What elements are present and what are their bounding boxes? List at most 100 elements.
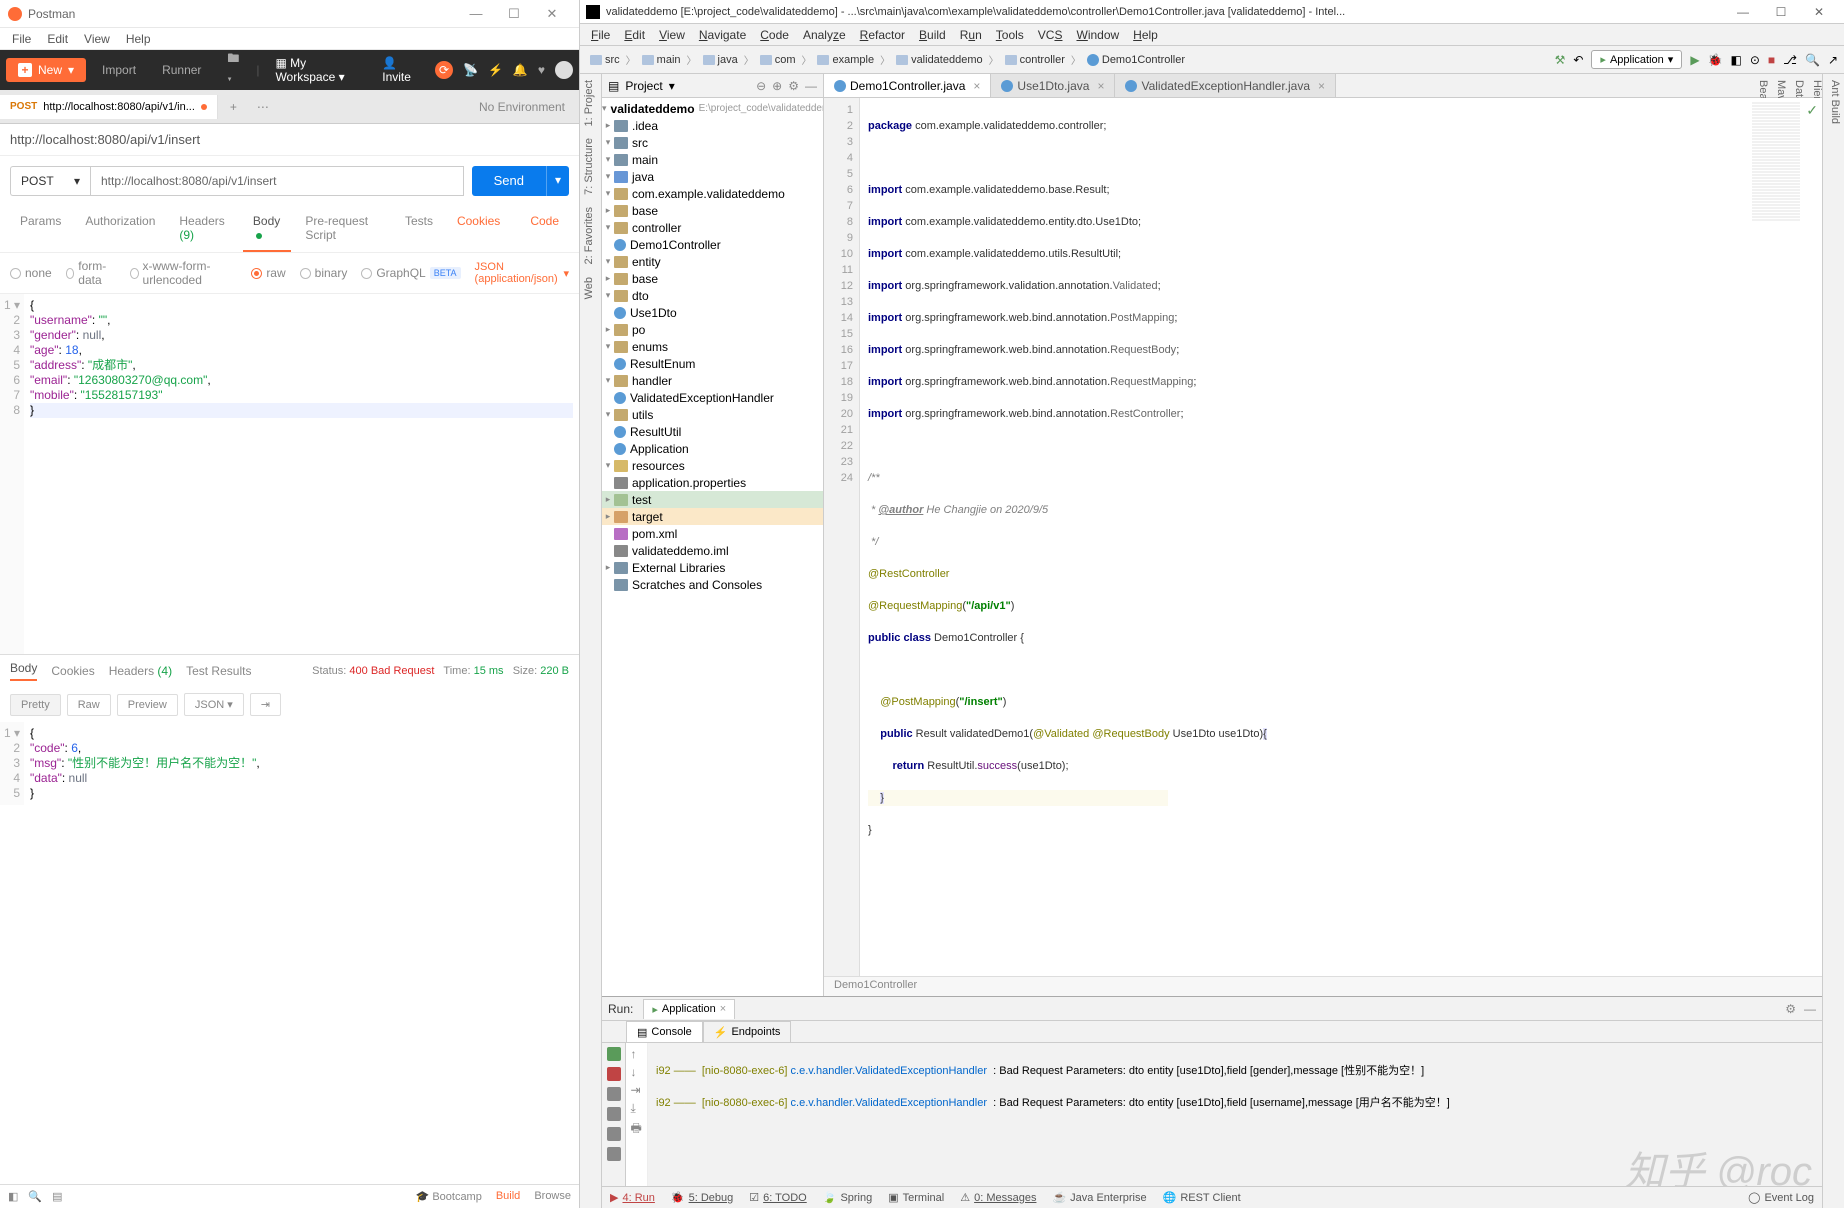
tree-row[interactable]: Application	[602, 440, 823, 457]
menu-edit[interactable]: Edit	[39, 30, 76, 48]
build-link[interactable]: Build	[496, 1190, 520, 1203]
footer-todo[interactable]: ☑ 6: TODO	[749, 1191, 806, 1204]
fmt-pretty[interactable]: Pretty	[10, 694, 61, 716]
invite-button[interactable]: 👤 Invite	[372, 51, 429, 89]
tree-row[interactable]: ValidatedExceptionHandler	[602, 389, 823, 406]
toolpane-structure[interactable]: 7: Structure	[580, 132, 601, 201]
hide-icon[interactable]: —	[805, 79, 817, 93]
menu-file[interactable]: File	[584, 26, 617, 44]
build-icon[interactable]: ⚒	[1555, 53, 1566, 67]
tab-auth[interactable]: Authorization	[75, 206, 165, 252]
bc-item[interactable]: validateddemo	[892, 52, 987, 68]
body-none[interactable]: none	[10, 266, 52, 280]
stop-icon[interactable]	[607, 1067, 621, 1081]
cookies-link[interactable]: Cookies	[447, 206, 510, 252]
footer-run[interactable]: ▶ 4: Run	[610, 1191, 655, 1204]
wrap-button[interactable]: ⇥	[250, 693, 281, 716]
up-icon[interactable]: ↑	[631, 1047, 643, 1059]
tree-row[interactable]: Use1Dto	[602, 304, 823, 321]
down-icon[interactable]: ↓	[631, 1065, 643, 1077]
tree-row[interactable]: validateddemo.iml	[602, 542, 823, 559]
stop-icon[interactable]: ■	[1768, 53, 1775, 67]
tree-row[interactable]: ▸base	[602, 202, 823, 219]
body-code[interactable]: { "username": "", "gender": null, "age":…	[24, 294, 579, 654]
fmt-json[interactable]: JSON ▾	[184, 693, 244, 716]
tree-row[interactable]: ▾controller	[602, 219, 823, 236]
code-editor[interactable]: 123456789101112131415161718192021222324 …	[824, 98, 1822, 976]
settings-icon[interactable]: ↗	[1828, 53, 1838, 67]
console-tab[interactable]: ▤Console	[626, 1021, 703, 1042]
menu-help[interactable]: Help	[118, 30, 159, 48]
close-icon[interactable]: ×	[973, 79, 980, 93]
code-link[interactable]: Code	[520, 206, 569, 252]
tree-row[interactable]: ▾com.example.validateddemo	[602, 185, 823, 202]
print-icon[interactable]: 🖶	[631, 1119, 643, 1131]
project-tree[interactable]: ▾validateddemoE:\project_code\validatedd…	[602, 98, 823, 996]
tab-more-button[interactable]: ⋯	[249, 94, 277, 120]
menu-view[interactable]: View	[652, 26, 692, 44]
tab-headers[interactable]: Headers (9)	[169, 206, 239, 252]
body-editor[interactable]: 1 ▾2345678 { "username": "", "gender": n…	[0, 294, 579, 654]
tree-row[interactable]: ▾main	[602, 151, 823, 168]
editor-crumbs[interactable]: Demo1Controller	[824, 976, 1822, 996]
tree-row[interactable]: ResultUtil	[602, 423, 823, 440]
search-icon[interactable]: 🔍	[1805, 53, 1820, 67]
endpoints-tab[interactable]: ⚡Endpoints	[703, 1021, 792, 1042]
runner-button[interactable]: Runner	[152, 58, 211, 82]
body-urlenc[interactable]: x-www-form-urlencoded	[130, 259, 238, 287]
tree-row[interactable]: ▸target	[602, 508, 823, 525]
maximize-button[interactable]: ☐	[495, 6, 533, 22]
code-area[interactable]: package com.example.validateddemo.contro…	[860, 98, 1822, 976]
editor-tab[interactable]: Use1Dto.java×	[991, 74, 1115, 97]
body-raw[interactable]: raw	[251, 266, 285, 280]
menu-window[interactable]: Window	[1069, 26, 1126, 44]
run-icon[interactable]: ▶	[1690, 53, 1699, 67]
tab-prereq[interactable]: Pre-request Script	[295, 206, 391, 252]
request-tab[interactable]: POST http://localhost:8080/api/v1/in...	[0, 95, 218, 119]
send-dropdown[interactable]: ▾	[546, 166, 569, 196]
tree-row[interactable]: ▾dto	[602, 287, 823, 304]
tree-row[interactable]: ResultEnum	[602, 355, 823, 372]
tree-row[interactable]: Demo1Controller	[602, 236, 823, 253]
import-button[interactable]: Import	[92, 58, 146, 82]
method-selector[interactable]: POST▾	[10, 166, 90, 196]
menu-file[interactable]: File	[4, 30, 39, 48]
minimap[interactable]	[1752, 102, 1800, 222]
editor-tab[interactable]: ValidatedExceptionHandler.java×	[1115, 74, 1336, 97]
menu-help[interactable]: Help	[1126, 26, 1165, 44]
run-app-tab[interactable]: ▸Application×	[643, 999, 735, 1019]
console-output[interactable]: i92 —— [nio-8080-exec-6] c.e.v.handler.V…	[648, 1043, 1822, 1186]
bc-item[interactable]: src	[586, 52, 624, 68]
content-type-selector[interactable]: JSON (application/json) ▾	[475, 261, 569, 285]
collapse-icon[interactable]: ⊖	[756, 79, 766, 93]
toolpane-project[interactable]: 1: Project	[580, 74, 601, 132]
toolpane-ant[interactable]: Ant Build	[1826, 74, 1844, 1208]
body-binary[interactable]: binary	[300, 266, 348, 280]
tree-row[interactable]: pom.xml	[602, 525, 823, 542]
menu-navigate[interactable]: Navigate	[692, 26, 753, 44]
bc-item[interactable]: example	[813, 52, 878, 68]
tab-params[interactable]: Params	[10, 206, 71, 252]
tab-tests[interactable]: Tests	[395, 206, 443, 252]
resp-tab-headers[interactable]: Headers (4)	[109, 664, 172, 678]
resp-tab-results[interactable]: Test Results	[186, 664, 251, 678]
body-graphql[interactable]: GraphQL BETA	[361, 266, 460, 280]
close-button[interactable]: ✕	[533, 6, 571, 22]
menu-tools[interactable]: Tools	[989, 26, 1031, 44]
scroll-icon[interactable]: ⤓	[631, 1101, 643, 1113]
bell-icon[interactable]: 🔔	[513, 63, 528, 77]
wrap-icon[interactable]: ⇥	[631, 1083, 643, 1095]
menu-refactor[interactable]: Refactor	[853, 26, 912, 44]
fmt-preview[interactable]: Preview	[117, 694, 178, 716]
run-config-selector[interactable]: ▸Application ▾	[1591, 50, 1682, 69]
bc-item[interactable]: main	[638, 52, 685, 68]
avatar[interactable]	[555, 61, 573, 79]
workspace-selector[interactable]: ▦ My Workspace ▾	[265, 51, 366, 89]
maximize-button[interactable]: ☐	[1762, 5, 1800, 19]
sync-icon[interactable]: ⟳	[435, 61, 453, 79]
menu-code[interactable]: Code	[753, 26, 796, 44]
url-input[interactable]: http://localhost:8080/api/v1/insert	[90, 166, 464, 196]
tree-row[interactable]: ▾handler	[602, 372, 823, 389]
pause-icon[interactable]	[607, 1087, 621, 1101]
capture-icon[interactable]: 📡	[463, 63, 478, 77]
